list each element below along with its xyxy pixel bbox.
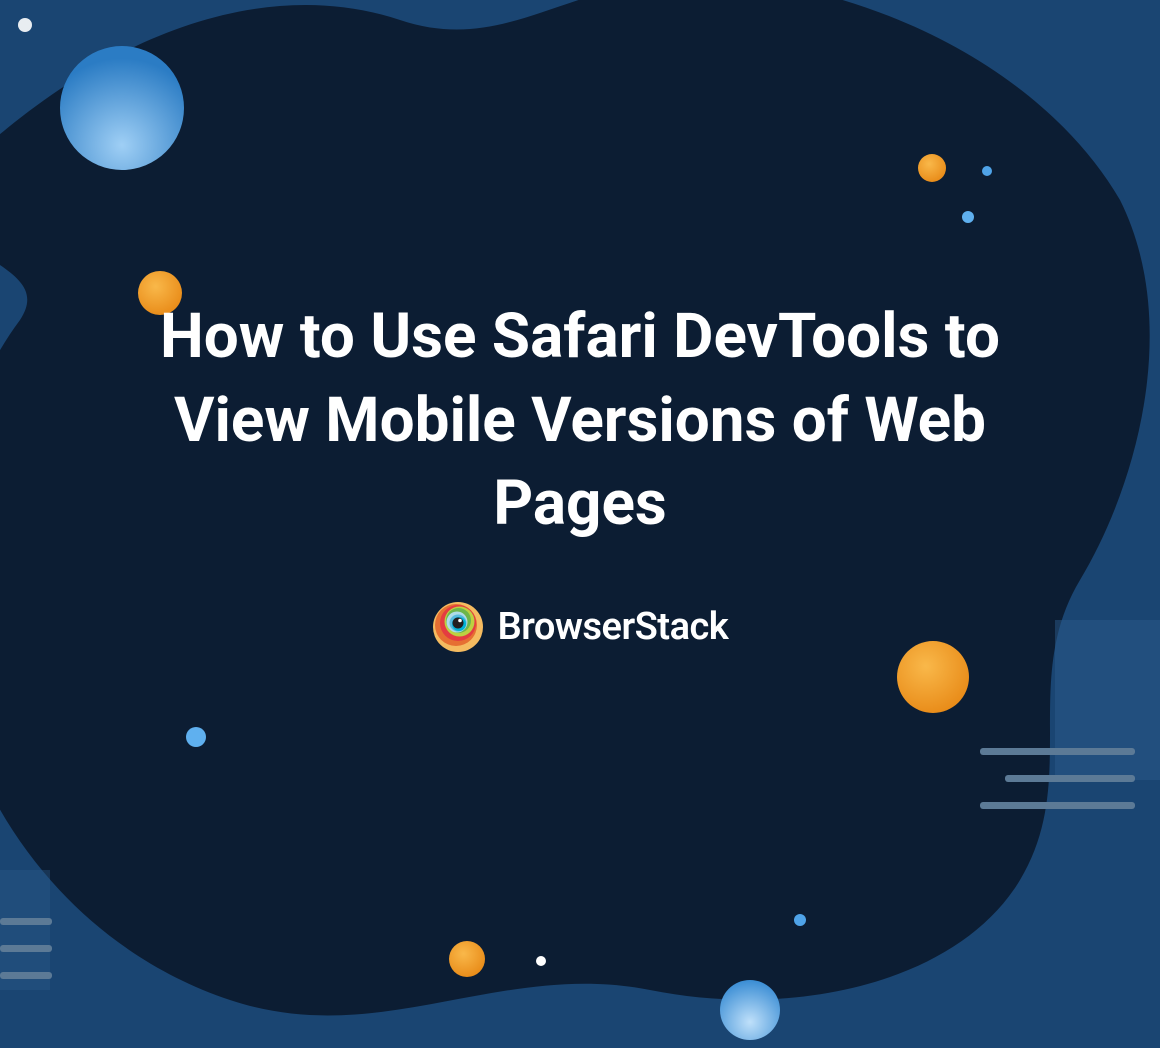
brand-row: BrowserStack (432, 601, 729, 653)
browserstack-logo-icon (432, 601, 484, 653)
brand-name-text: BrowserStack (498, 605, 729, 649)
promo-graphic: How to Use Safari DevTools to View Mobil… (0, 0, 1160, 1048)
content-layer: How to Use Safari DevTools to View Mobil… (0, 0, 1160, 1048)
headline-text: How to Use Safari DevTools to View Mobil… (120, 295, 1040, 546)
